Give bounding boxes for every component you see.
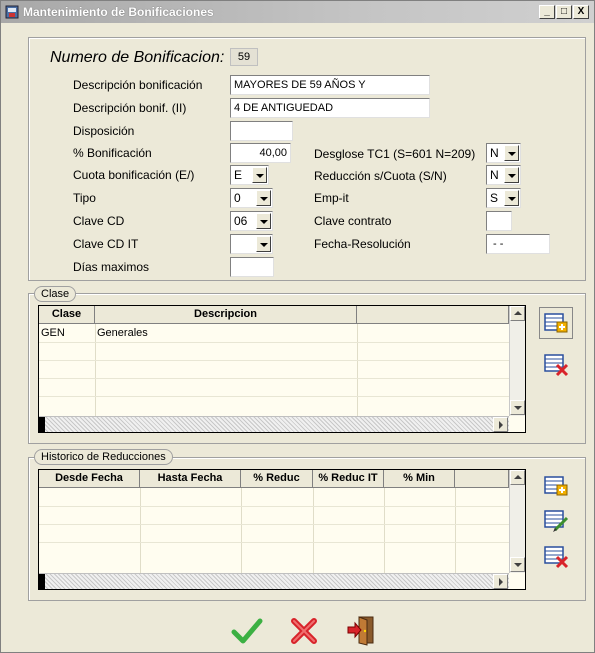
descripcion2-label: Descripción bonif. (II) bbox=[73, 101, 187, 115]
pct-bonificacion-field[interactable]: 40,00 bbox=[230, 143, 291, 163]
cell-clase: GEN bbox=[41, 327, 65, 339]
cell-descripcion: Generales bbox=[97, 327, 148, 339]
grid-line bbox=[357, 324, 358, 416]
add-record-icon[interactable] bbox=[541, 473, 571, 501]
minimize-button[interactable]: _ bbox=[539, 5, 555, 19]
scroll-right-icon[interactable] bbox=[493, 574, 508, 589]
descripcion2-field[interactable]: 4 DE ANTIGUEDAD bbox=[230, 98, 430, 118]
reduccion-select[interactable]: N bbox=[486, 165, 521, 185]
chevron-down-icon[interactable] bbox=[256, 236, 271, 252]
column-header-descripcion[interactable]: Descripcion bbox=[95, 306, 357, 324]
dias-maximos-label: Días maximos bbox=[73, 260, 150, 274]
grid-line bbox=[39, 396, 509, 397]
tipo-label: Tipo bbox=[73, 191, 96, 205]
vertical-scrollbar[interactable] bbox=[509, 470, 525, 573]
scroll-thumb[interactable] bbox=[39, 574, 45, 589]
historico-table[interactable]: Desde Fecha Hasta Fecha % Reduc % Reduc … bbox=[38, 469, 526, 590]
scroll-down-icon[interactable] bbox=[510, 400, 525, 415]
desglose-select[interactable]: N bbox=[486, 143, 521, 163]
page-title: Numero de Bonificacion: bbox=[50, 49, 225, 66]
main-window: Mantenimiento de Bonificaciones _ □ X Nu… bbox=[0, 0, 595, 653]
grid-line bbox=[39, 524, 509, 525]
scroll-thumb[interactable] bbox=[39, 417, 45, 432]
horizontal-scrollbar[interactable] bbox=[39, 573, 509, 589]
grid-line bbox=[241, 488, 242, 574]
scroll-down-icon[interactable] bbox=[510, 557, 525, 572]
clave-cd-value: 06 bbox=[234, 214, 248, 228]
chevron-down-icon[interactable] bbox=[504, 167, 519, 183]
fecha-resolucion-label: Fecha-Resolución bbox=[314, 237, 411, 251]
clave-cd-it-label: Clave CD IT bbox=[73, 237, 139, 251]
grid-line bbox=[39, 542, 509, 543]
grid-line bbox=[384, 488, 385, 574]
chevron-down-icon[interactable] bbox=[504, 190, 519, 206]
desglose-value: N bbox=[490, 146, 499, 160]
grid-line bbox=[39, 378, 509, 379]
column-header-blank[interactable] bbox=[357, 306, 509, 324]
grid-line bbox=[140, 488, 141, 574]
column-header-hasta-fecha[interactable]: Hasta Fecha bbox=[140, 470, 241, 488]
maximize-button[interactable]: □ bbox=[556, 5, 572, 19]
disposicion-label: Disposición bbox=[73, 124, 135, 138]
add-record-icon[interactable] bbox=[539, 307, 573, 339]
clave-cd-it-select[interactable] bbox=[230, 234, 273, 254]
bonificacion-number: 59 bbox=[230, 48, 258, 66]
pct-bonificacion-label: % Bonificación bbox=[73, 146, 152, 160]
chevron-down-icon[interactable] bbox=[252, 167, 267, 183]
reduccion-label: Reducción s/Cuota (S/N) bbox=[314, 169, 447, 183]
reduccion-value: N bbox=[490, 168, 499, 182]
delete-record-icon[interactable] bbox=[541, 351, 571, 379]
cuota-value: E bbox=[234, 168, 243, 182]
clave-cd-select[interactable]: 06 bbox=[230, 211, 273, 231]
window-title: Mantenimiento de Bonificaciones bbox=[23, 5, 214, 19]
grid-line bbox=[39, 506, 509, 507]
delete-record-icon[interactable] bbox=[541, 543, 571, 571]
emp-it-value: S bbox=[490, 191, 499, 205]
app-icon bbox=[5, 5, 19, 19]
clase-table[interactable]: Clase Descripcion GEN Generales bbox=[38, 305, 526, 433]
fecha-resolucion-field[interactable]: - - bbox=[486, 234, 550, 254]
historico-group-label: Historico de Reducciones bbox=[34, 449, 173, 465]
title-bar[interactable]: Mantenimiento de Bonificaciones _ □ X bbox=[1, 1, 594, 23]
scroll-right-icon[interactable] bbox=[493, 417, 508, 432]
grid-line bbox=[95, 324, 96, 416]
clave-cd-label: Clave CD bbox=[73, 214, 125, 228]
edit-record-icon[interactable] bbox=[541, 507, 571, 535]
vertical-scrollbar[interactable] bbox=[509, 306, 525, 416]
clave-contrato-field[interactable] bbox=[486, 211, 512, 231]
horizontal-scrollbar[interactable] bbox=[39, 416, 509, 432]
clave-contrato-label: Clave contrato bbox=[314, 214, 392, 228]
disposicion-field[interactable] bbox=[230, 121, 293, 141]
clase-group-label: Clase bbox=[34, 286, 77, 302]
checkmark-icon[interactable] bbox=[231, 615, 263, 647]
column-header-pct-reduc-it[interactable]: % Reduc IT bbox=[313, 470, 384, 488]
descripcion-field[interactable]: MAYORES DE 59 AÑOS Y bbox=[230, 75, 430, 95]
column-header-desde-fecha[interactable]: Desde Fecha bbox=[39, 470, 140, 488]
cuota-select[interactable]: E bbox=[230, 165, 269, 185]
exit-door-icon[interactable] bbox=[345, 614, 377, 646]
scroll-up-icon[interactable] bbox=[510, 470, 525, 485]
grid-line bbox=[39, 342, 509, 343]
column-header-pct-reduc[interactable]: % Reduc bbox=[241, 470, 313, 488]
close-button[interactable]: X bbox=[573, 5, 589, 19]
cuota-label: Cuota bonificación (E/) bbox=[73, 168, 195, 182]
column-header-blank[interactable] bbox=[455, 470, 509, 488]
chevron-down-icon[interactable] bbox=[256, 213, 271, 229]
emp-it-label: Emp-it bbox=[314, 191, 349, 205]
column-header-pct-min[interactable]: % Min bbox=[384, 470, 455, 488]
descripcion-label: Descripción bonificación bbox=[73, 78, 203, 92]
tipo-value: 0 bbox=[234, 191, 241, 205]
desglose-label: Desglose TC1 (S=601 N=209) bbox=[314, 147, 476, 161]
dias-maximos-field[interactable] bbox=[230, 257, 274, 277]
scroll-up-icon[interactable] bbox=[510, 306, 525, 321]
chevron-down-icon[interactable] bbox=[504, 145, 519, 161]
chevron-down-icon[interactable] bbox=[256, 190, 271, 206]
grid-line bbox=[455, 488, 456, 574]
grid-line bbox=[313, 488, 314, 574]
grid-line bbox=[39, 360, 509, 361]
emp-it-select[interactable]: S bbox=[486, 188, 521, 208]
cancel-x-icon[interactable] bbox=[288, 615, 320, 647]
column-header-clase[interactable]: Clase bbox=[39, 306, 95, 324]
tipo-select[interactable]: 0 bbox=[230, 188, 273, 208]
